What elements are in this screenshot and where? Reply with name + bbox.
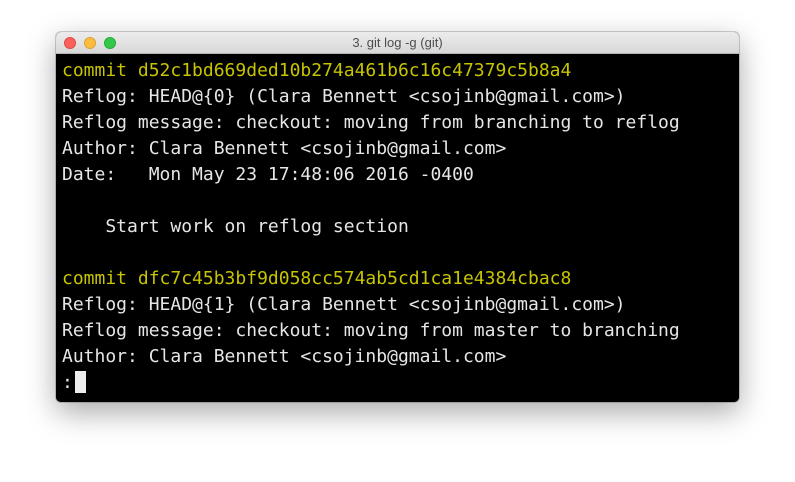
commit-line: commit dfc7c45b3bf9d058cc574ab5cd1ca1e43… <box>62 268 572 289</box>
author-line: Author: Clara Bennett <csojinb@gmail.com… <box>62 138 507 159</box>
reflog-message-line: Reflog message: checkout: moving from ma… <box>62 320 680 341</box>
pager-prompt-line[interactable]: : <box>62 370 739 396</box>
commit-line: commit d52c1bd669ded10b274a461b6c16c4737… <box>62 60 572 81</box>
reflog-line: Reflog: HEAD@{1} (Clara Bennett <csojinb… <box>62 294 626 315</box>
pager-prompt: : <box>62 372 73 393</box>
commit-message-line: Start work on reflog section <box>62 216 409 237</box>
date-line: Date: Mon May 23 17:48:06 2016 -0400 <box>62 164 474 185</box>
reflog-line: Reflog: HEAD@{0} (Clara Bennett <csojinb… <box>62 86 626 107</box>
reflog-message-line: Reflog message: checkout: moving from br… <box>62 112 680 133</box>
window-title: 3. git log -g (git) <box>352 35 443 50</box>
title-bar[interactable]: 3. git log -g (git) <box>56 32 739 54</box>
terminal-window: 3. git log -g (git) commit d52c1bd669ded… <box>56 32 739 402</box>
author-line: Author: Clara Bennett <csojinb@gmail.com… <box>62 346 507 367</box>
terminal-output[interactable]: commit d52c1bd669ded10b274a461b6c16c4737… <box>56 54 739 402</box>
text-cursor <box>74 371 86 393</box>
